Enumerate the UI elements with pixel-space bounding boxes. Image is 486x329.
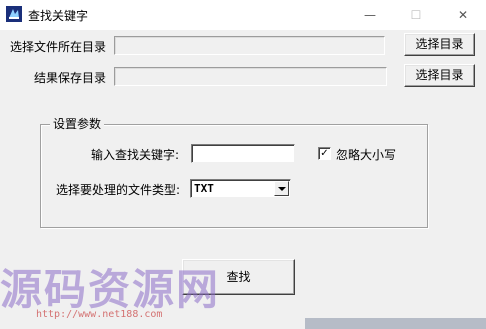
filetype-selected-value: TXT (194, 182, 214, 195)
settings-groupbox (40, 124, 428, 228)
source-dir-browse-button[interactable]: 选择目录 (404, 33, 475, 56)
filetype-label: 选择要处理的文件类型: (56, 183, 181, 197)
ignore-case-label[interactable]: 忽略大小写 (336, 146, 396, 163)
maximize-button[interactable]: ☐ (393, 0, 439, 30)
minimize-button[interactable]: — (347, 0, 393, 30)
close-button[interactable]: ✕ (440, 0, 486, 30)
keyword-label: 输入查找关键字: (91, 148, 180, 162)
settings-group-title: 设置参数 (50, 115, 105, 132)
title-bar: 查找关键字 — ☐ ✕ (0, 0, 486, 30)
app-icon (6, 6, 22, 22)
result-dir-browse-button[interactable]: 选择目录 (404, 64, 475, 87)
ignore-case-checkbox[interactable]: ✓ (318, 147, 331, 160)
maximize-icon: ☐ (410, 8, 422, 22)
filetype-select[interactable]: TXT (190, 179, 291, 198)
watermark-url: http://www.net188.com (36, 309, 163, 320)
source-dir-field[interactable] (114, 36, 385, 55)
close-icon: ✕ (457, 8, 469, 22)
minimize-icon: — (364, 8, 376, 22)
checkmark-icon: ✓ (320, 148, 329, 159)
background-window-strip (305, 318, 486, 329)
source-dir-label: 选择文件所在目录 (10, 40, 107, 54)
window-title: 查找关键字 (28, 9, 89, 23)
result-dir-field[interactable] (114, 67, 387, 86)
result-dir-label: 结果保存目录 (34, 71, 107, 85)
watermark-text: 源码资源网 (0, 265, 221, 314)
keyword-input[interactable] (191, 144, 295, 163)
chevron-down-icon[interactable] (274, 181, 289, 196)
